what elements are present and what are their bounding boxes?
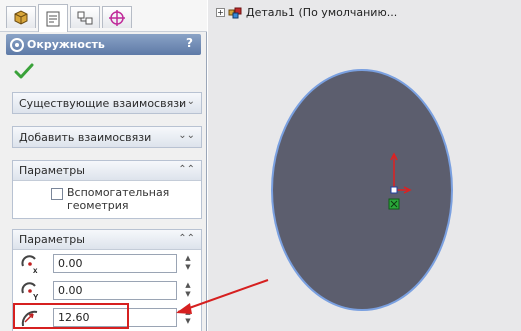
part-icon [228,7,242,18]
crosshair-icon [109,9,125,26]
panel-title-bar: Окружность ? [6,34,201,55]
circle-shape[interactable] [271,69,453,311]
group-header[interactable]: Параметры ⌃⌃ [13,161,201,181]
feature-tree-flyout[interactable]: + Деталь1 (По умолчанию... [216,6,397,19]
aux-geometry-option: Вспомогательная геометрия [13,181,201,218]
feature-manager-icon [14,9,28,25]
chevron-double-down-icon[interactable]: ⌄⌄ [178,130,195,141]
tab-dimxpert-manager[interactable] [102,6,132,28]
property-manager: Окружность ? Существующие взаимосвязи ⌄⌄… [0,0,207,331]
radius-spinner[interactable]: ▲ ▼ [183,308,193,327]
chevron-double-up-icon[interactable]: ⌃⌃ [178,233,195,244]
group-existing-relations[interactable]: Существующие взаимосвязи ⌄⌄ [12,92,202,114]
expand-icon[interactable]: + [216,8,225,17]
svg-text:x: x [33,266,38,274]
center-x-input[interactable]: 0.00 [53,254,177,273]
center-x-icon: x [21,255,38,274]
group-header[interactable]: Добавить взаимосвязи ⌄⌄ [13,127,201,147]
property-manager-icon [46,11,60,26]
chevron-double-up-icon[interactable]: ⌃⌃ [178,164,195,175]
tab-configuration-manager[interactable] [70,6,100,28]
circle-icon [10,37,24,52]
center-y-spinner[interactable]: ▲ ▼ [183,281,193,300]
group-add-relations[interactable]: Добавить взаимосвязи ⌄⌄ [12,126,202,148]
chevron-double-down-icon[interactable]: ⌄⌄ [178,96,195,107]
aux-geometry-label: Вспомогательная геометрия [67,186,170,212]
help-button[interactable]: ? [186,36,193,50]
param-center-y: Y 0.00 ▲ ▼ [13,277,201,304]
manager-tabs [0,0,207,32]
center-x-spinner[interactable]: ▲ ▼ [183,254,193,273]
aux-geometry-checkbox[interactable] [51,188,63,200]
group-title: Добавить взаимосвязи [19,130,152,144]
tab-feature-manager[interactable] [6,6,36,28]
center-y-input[interactable]: 0.00 [53,281,177,300]
panel-title: Окружность [27,38,105,51]
param-center-x: x 0.00 ▲ ▼ [13,250,201,277]
group-title: Параметры [19,164,85,177]
group-options: Параметры ⌃⌃ Вспомогательная геометрия [12,160,202,219]
configuration-manager-icon [77,11,93,24]
center-y-icon: Y [21,282,39,301]
group-title: Параметры [19,233,85,246]
radius-highlight-annotation [13,303,129,329]
part-name: Деталь1 (По умолчанию... [246,6,398,19]
graphics-area[interactable]: + Деталь1 (По умолчанию... [208,0,521,331]
ok-checkmark-icon[interactable] [14,62,34,80]
tab-property-manager[interactable] [38,4,68,32]
group-header[interactable]: Существующие взаимосвязи ⌄⌄ [13,93,201,113]
group-header[interactable]: Параметры ⌃⌃ [13,230,201,250]
svg-text:Y: Y [33,293,39,301]
group-title: Существующие взаимосвязи [19,96,187,110]
center-point[interactable] [390,186,398,194]
sketch-circle[interactable] [270,68,454,312]
